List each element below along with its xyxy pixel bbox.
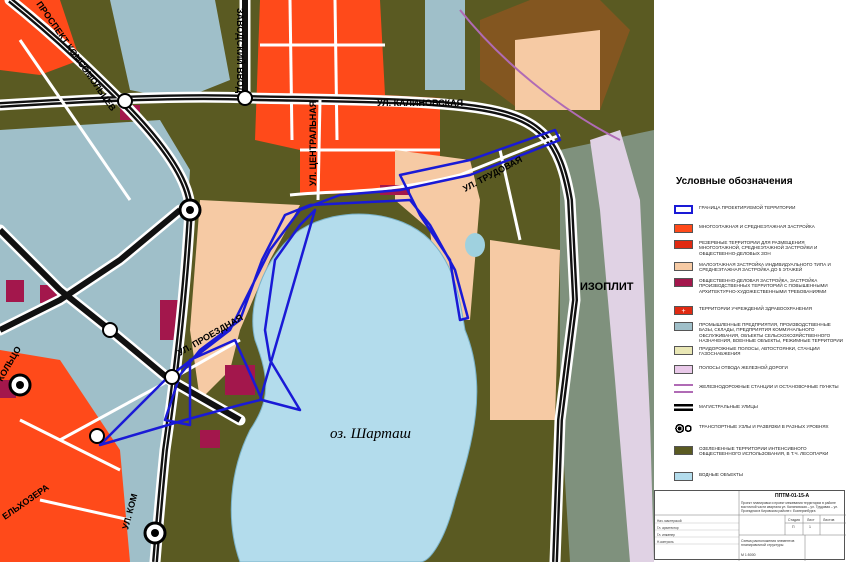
legend-label: ОЗЕЛЕНЕННЫЕ ТЕРРИТОРИИ ИНТЕНСИВНОГО ОБЩЕ… [699,446,829,457]
legend-item: ВОДНЫЕ ОБЪЕКТЫ [674,472,844,481]
lowrise-zone-north-east [515,30,600,110]
industrial-block-ne [425,0,465,90]
legend-item: ЖЕЛЕЗНОДОРОЖНЫЕ СТАНЦИИ И ОСТАНОВОЧНЫЕ П… [674,384,844,393]
legend-swatch [674,365,693,374]
legend-item: ОЗЕЛЕНЕННЫЕ ТЕРРИТОРИИ ИНТЕНСИВНОГО ОБЩЕ… [674,446,844,457]
legend-item: МНОГОЭТАЖНАЯ И СРЕДНЕЭТАЖНАЯ ЗАСТРОЙКА [674,224,844,233]
junction-node [89,428,105,444]
legend-label: МАГИСТРАЛЬНЫЕ УЛИЦЫ [699,404,758,409]
legend-swatch [674,472,693,481]
legend-label: ТРАНСПОРТНЫЕ УЗЛЫ И РАЗВЯЗКИ В РАЗНЫХ УР… [699,424,829,429]
legend-swatch [674,446,693,455]
street-label-zavodskoy: ЗАВОДСКИЙ ВВОД [235,8,246,94]
legend-swatch [674,240,693,249]
legend-item: ТРАНСПОРТНЫЕ УЗЛЫ И РАЗВЯЗКИ В РАЗНЫХ УР… [674,424,844,433]
legend-label: ЖЕЛЕЗНОДОРОЖНЫЕ СТАНЦИИ И ОСТАНОВОЧНЫЕ П… [699,384,839,389]
legend-item: МАГИСТРАЛЬНЫЕ УЛИЦЫ [674,404,844,413]
legend-item: ГРАНИЦА ПРОЕКТИРУЕМОЙ ТЕРРИТОРИИ [674,205,844,214]
legend-item: ПРОМЫШЛЕННЫЕ ПРЕДПРИЯТИЯ, ПРОИЗВОДСТВЕНН… [674,322,844,344]
legend-swatch [674,224,693,233]
title-block: ППТМ-01-15-А Проект планировки и проект … [654,490,846,561]
legend-label: ПРОМЫШЛЕННЫЕ ПРЕДПРИЯТИЯ, ПРОИЗВОДСТВЕНН… [699,322,843,344]
street-label-tsentralnaya: УЛ. ЦЕНТРАЛЬНАЯ [308,101,318,186]
legend-item: ПОЛОСЫ ОТВОДА ЖЕЛЕЗНОЙ ДОРОГИ [674,365,844,374]
street-label-kalinovskaya: УЛ. КАЛИНОВСКАЯ [377,98,463,108]
legend-item: ОБЩЕСТВЕННО-ДЕЛОВАЯ ЗАСТРОЙКА, ЗАСТРОЙКА… [674,278,844,294]
legend-label: ГРАНИЦА ПРОЕКТИРУЕМОЙ ТЕРРИТОРИИ [699,205,796,210]
lake-label: оз. Шарташ [330,426,411,442]
junction-node [164,369,180,385]
legend-item: + ТЕРРИТОРИИ УЧРЕЖДЕНИЙ ЗДРАВООХРАНЕНИЯ [674,306,844,315]
legend-label: ВОДНЫЕ ОБЪЕКТЫ [699,472,743,477]
legend-title: Условные обозначения [676,176,793,187]
legend-label: РЕЗЕРВНЫЕ ТЕРРИТОРИИ ДЛЯ РАЗМЕЩЕНИЯ МНОГ… [699,240,818,256]
title-block-grid [655,491,846,561]
legend-swatch [674,278,693,287]
legend-label: МАЛОЭТАЖНАЯ ЗАСТРОЙКА ИНДИВИДУАЛЬНОГО ТИ… [699,262,831,273]
legend-swatch: + [674,306,693,315]
junction-node [117,93,133,109]
legend-label: ПРИДОРОЖНЫЕ ПОЛОСЫ, АВТОСТОЯНКИ, СТАНЦИИ… [699,346,820,357]
legend-label: ОБЩЕСТВЕННО-ДЕЛОВАЯ ЗАСТРОЙКА, ЗАСТРОЙКА… [699,278,828,294]
lake-shartash [230,213,478,562]
place-label-izoplit: ИЗОПЛИТ [580,281,634,293]
legend-label: ТЕРРИТОРИИ УЧРЕЖДЕНИЙ ЗДРАВООХРАНЕНИЯ [699,306,812,311]
legend-label: ПОЛОСЫ ОТВОДА ЖЕЛЕЗНОЙ ДОРОГИ [699,365,788,370]
lowrise-zone-far-east [490,240,560,420]
pond [465,233,485,257]
legend-item: МАЛОЭТАЖНАЯ ЗАСТРОЙКА ИНДИВИДУАЛЬНОГО ТИ… [674,262,844,273]
legend-swatch [674,404,693,413]
legend-label: МНОГОЭТАЖНАЯ И СРЕДНЕЭТАЖНАЯ ЗАСТРОЙКА [699,224,815,229]
legend-item: РЕЗЕРВНЫЕ ТЕРРИТОРИИ ДЛЯ РАЗМЕЩЕНИЯ МНОГ… [674,240,844,256]
junction-node [102,322,118,338]
legend-panel: Условные обозначения ГРАНИЦА ПРОЕКТИРУЕМ… [654,0,847,562]
legend-swatch [674,205,693,214]
legend-swatch [674,322,693,331]
legend-swatch [674,346,693,355]
legend-swatch [674,262,693,271]
legend-item: ПРИДОРОЖНЫЕ ПОЛОСЫ, АВТОСТОЯНКИ, СТАНЦИИ… [674,346,844,357]
legend-swatch [674,384,693,393]
legend-swatch [674,424,693,433]
